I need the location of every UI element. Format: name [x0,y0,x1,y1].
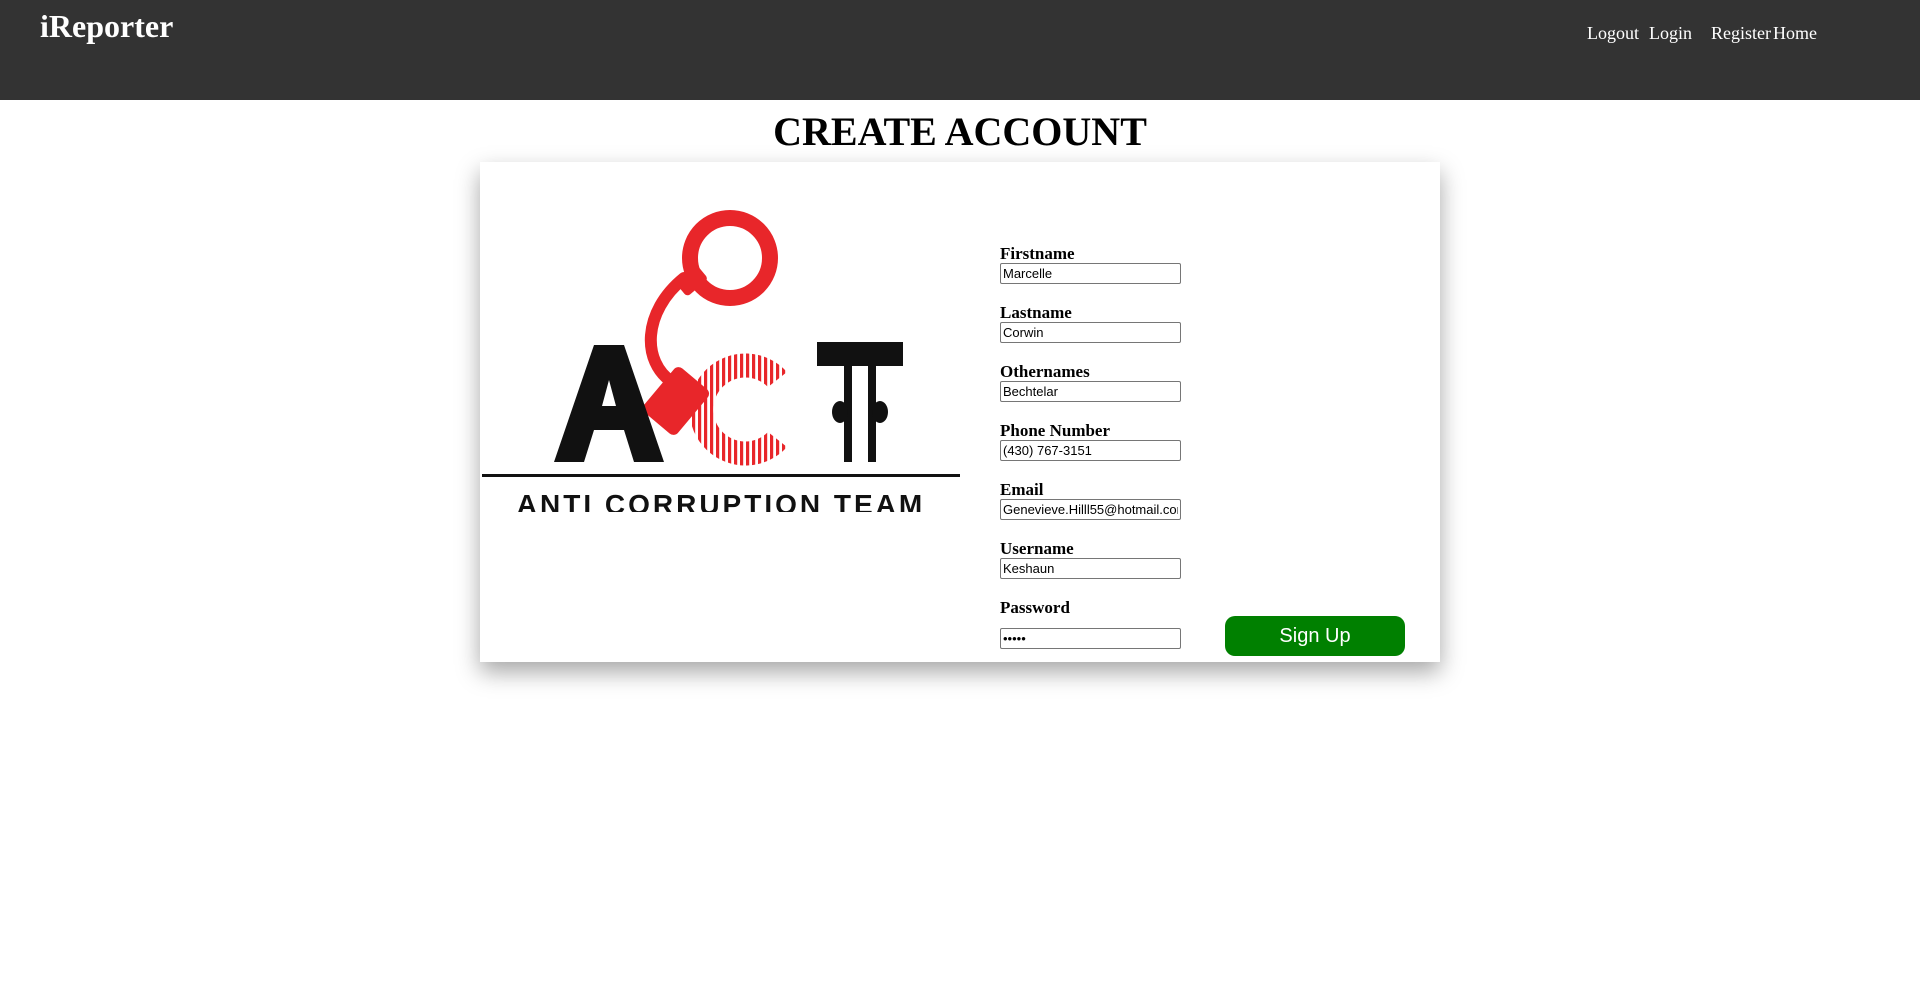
username-input[interactable] [1000,558,1181,579]
password-input[interactable] [1000,628,1181,649]
sign-up-button[interactable]: Sign Up [1225,616,1405,656]
lastname-input[interactable] [1000,322,1181,343]
top-navbar: iReporter Logout Login Register Home [0,0,1920,100]
phone-label: Phone Number [1000,421,1111,440]
logo-tagline: ANTI CORRUPTION TEAM [517,489,925,512]
nav-home-link[interactable]: Home [1773,23,1817,44]
logo-hands-icon [872,401,888,423]
lastname-label: Lastname [1000,303,1072,322]
handcuff-chain-icon [644,272,690,388]
handcuff-ring-top-icon [682,210,778,306]
logo-letter-c-icon [689,353,787,466]
firstname-label: Firstname [1000,244,1075,263]
act-logo: ANTI CORRUPTION TEAM [482,210,960,512]
email-label: Email [1000,480,1044,499]
username-label: Username [1000,539,1074,558]
phone-input[interactable] [1000,440,1181,461]
logo-letter-t-bar-icon [817,342,903,366]
password-label: Password [1000,598,1070,617]
nav-logout-link[interactable]: Logout [1587,23,1639,44]
nav-register-link[interactable]: Register [1711,23,1771,44]
firstname-input[interactable] [1000,263,1181,284]
othernames-label: Othernames [1000,362,1090,381]
email-input[interactable] [1000,499,1181,520]
nav-login-link[interactable]: Login [1649,23,1692,44]
othernames-input[interactable] [1000,381,1181,402]
nav-links: Logout Login Register Home [0,23,1920,47]
signup-card: ANTI CORRUPTION TEAM Firstname Lastname … [480,162,1440,662]
page-title: CREATE ACCOUNT [773,109,1147,154]
